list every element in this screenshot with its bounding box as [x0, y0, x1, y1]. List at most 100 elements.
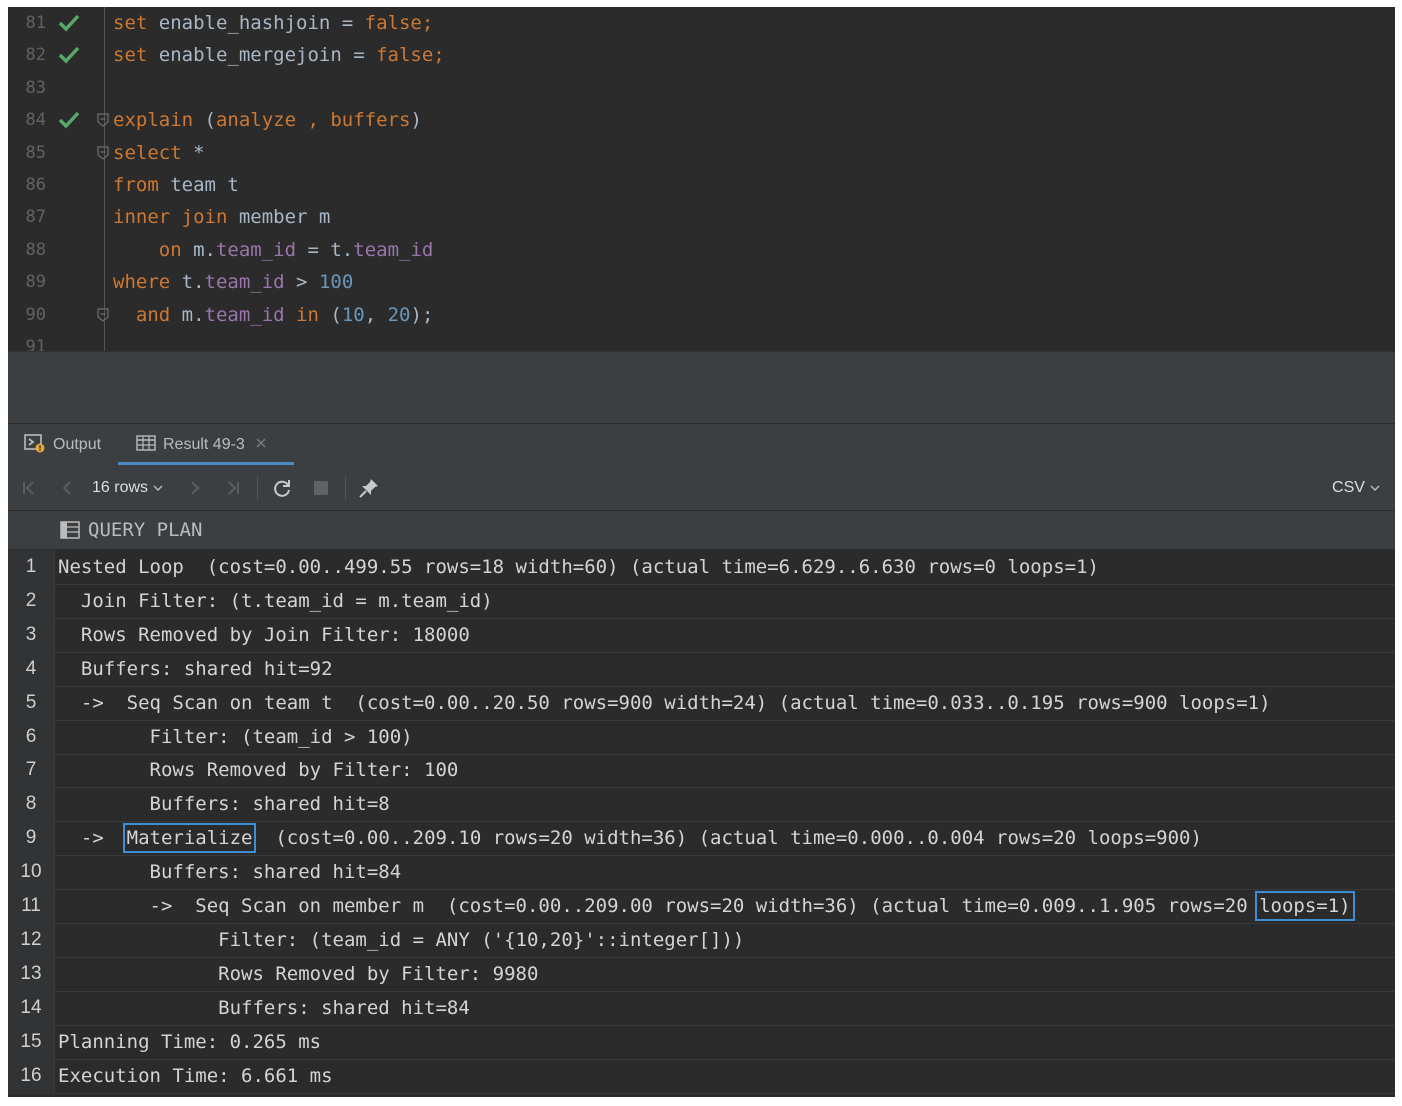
code-token: enable_mergejoin =	[158, 44, 377, 67]
table-row[interactable]: 16 Execution Time: 6.661 ms	[8, 1058, 1395, 1094]
row-number[interactable]: 15	[8, 1024, 55, 1059]
query-plan-cell[interactable]: Filter: (team_id = ANY ('{10,20}'::integ…	[58, 923, 744, 957]
editor-line[interactable]: 86 from team t	[8, 169, 1395, 201]
cell-text: ->	[58, 827, 127, 850]
row-number[interactable]: 6	[8, 719, 55, 754]
column-icon	[60, 521, 80, 544]
code-token: from	[113, 174, 171, 196]
close-tab-icon[interactable]	[255, 436, 267, 454]
query-plan-cell[interactable]: Nested Loop (cost=0.00..499.55 rows=18 w…	[58, 550, 1099, 584]
query-plan-cell[interactable]: Buffers: shared hit=92	[58, 652, 333, 686]
tab-result-label: Result 49-3	[163, 436, 245, 453]
editor-line[interactable]: 81 set enable_hashjoin = false;	[8, 7, 1395, 39]
query-plan-cell[interactable]: Execution Time: 6.661 ms	[58, 1059, 333, 1093]
query-plan-cell[interactable]: Join Filter: (t.team_id = m.team_id)	[58, 584, 493, 618]
code-text: explain (analyze , buffers)	[113, 104, 422, 136]
table-row[interactable]: 4 Buffers: shared hit=92	[8, 651, 1395, 687]
export-format-dropdown[interactable]: CSV	[1326, 466, 1386, 510]
code-token: ,	[364, 303, 388, 326]
highlight-box: loops=1)	[1255, 891, 1355, 921]
next-page-icon[interactable]	[182, 466, 208, 510]
row-number[interactable]: 3	[8, 617, 55, 652]
code-token: explain	[113, 109, 205, 132]
table-row[interactable]: 9 -> Materialize (cost=0.00..209.10 rows…	[8, 821, 1395, 857]
rows-count-dropdown[interactable]: 16 rows	[92, 466, 172, 510]
table-row[interactable]: 5 -> Seq Scan on team t (cost=0.00..20.5…	[8, 685, 1395, 721]
tab-output[interactable]: Output	[24, 424, 101, 466]
rows-count-label: 16 rows	[92, 479, 149, 496]
export-format-label: CSV	[1332, 479, 1365, 496]
code-token: enable_hashjoin =	[158, 12, 365, 34]
table-row[interactable]: 13 Rows Removed by Filter: 9980	[8, 956, 1395, 992]
table-row[interactable]: 6 Filter: (team_id > 100)	[8, 719, 1395, 755]
query-plan-cell[interactable]: Rows Removed by Filter: 9980	[58, 957, 538, 991]
pin-tab-icon[interactable]	[356, 466, 382, 510]
query-plan-cell[interactable]: -> Seq Scan on member m (cost=0.00..209.…	[58, 889, 1355, 923]
code-token: set	[113, 44, 159, 67]
editor-line[interactable]: 87 inner join member m	[8, 201, 1395, 233]
table-row[interactable]: 2 Join Filter: (t.team_id = m.team_id)	[8, 583, 1395, 619]
sql-editor[interactable]: 81 set enable_hashjoin = false; 82 set enab…	[8, 7, 1395, 351]
row-number[interactable]: 13	[8, 956, 55, 991]
row-number[interactable]: 11	[8, 889, 55, 923]
row-number[interactable]: 16	[8, 1058, 55, 1093]
fold-marker-icon[interactable]	[97, 145, 109, 160]
table-row[interactable]: 1 Nested Loop (cost=0.00..499.55 rows=18 …	[8, 550, 1395, 585]
column-header-query-plan[interactable]: QUERY PLAN	[88, 511, 202, 549]
editor-line[interactable]: 84 explain (analyze , buffers)	[8, 104, 1395, 136]
line-number: 84	[25, 110, 46, 131]
refresh-icon[interactable]	[268, 466, 296, 510]
query-plan-cell[interactable]: Planning Time: 0.265 ms	[58, 1025, 321, 1059]
table-row[interactable]: 12 Filter: (team_id = ANY ('{10,20}'::in…	[8, 922, 1395, 958]
editor-line[interactable]: 91	[8, 331, 1395, 351]
row-number[interactable]: 9	[8, 821, 55, 856]
query-plan-cell[interactable]: Buffers: shared hit=8	[58, 787, 390, 821]
row-number[interactable]: 8	[8, 787, 55, 822]
row-number[interactable]: 10	[8, 855, 55, 890]
table-row[interactable]: 7 Rows Removed by Filter: 100	[8, 753, 1395, 789]
row-number[interactable]: 5	[8, 685, 55, 720]
query-plan-cell[interactable]: Rows Removed by Filter: 100	[58, 753, 459, 787]
table-row[interactable]: 15 Planning Time: 0.265 ms	[8, 1024, 1395, 1060]
query-plan-cell[interactable]: Buffers: shared hit=84	[58, 991, 470, 1025]
code-token: and	[113, 303, 182, 326]
toolbar-separator	[345, 476, 346, 500]
row-number[interactable]: 2	[8, 583, 55, 618]
fold-marker-icon[interactable]	[97, 307, 109, 322]
code-text: inner join member m	[113, 201, 330, 233]
row-number[interactable]: 4	[8, 651, 55, 686]
query-plan-cell[interactable]: Rows Removed by Join Filter: 18000	[58, 618, 470, 652]
query-plan-cell[interactable]: -> Materialize (cost=0.00..209.10 rows=2…	[58, 821, 1202, 855]
editor-line[interactable]: 90 and m.team_id in (10, 20);	[8, 299, 1395, 331]
code-token: inner join	[113, 206, 239, 229]
editor-line[interactable]: 83	[8, 72, 1395, 104]
editor-line[interactable]: 85 select *	[8, 137, 1395, 169]
table-row[interactable]: 8 Buffers: shared hit=8	[8, 787, 1395, 823]
line-number: 90	[25, 304, 46, 325]
previous-page-icon[interactable]	[54, 466, 80, 510]
editor-line[interactable]: 82 set enable_mergejoin = false;	[8, 39, 1395, 71]
row-number[interactable]: 1	[8, 550, 55, 584]
table-row[interactable]: 3 Rows Removed by Join Filter: 18000	[8, 617, 1395, 653]
query-plan-cell[interactable]: -> Seq Scan on team t (cost=0.00..20.50 …	[58, 686, 1271, 720]
fold-marker-icon[interactable]	[97, 113, 109, 127]
table-row[interactable]: 14 Buffers: shared hit=84	[8, 990, 1395, 1026]
row-number[interactable]: 7	[8, 753, 55, 788]
editor-line[interactable]: 88 on m.team_id = t.team_id	[8, 234, 1395, 266]
code-token: select	[113, 141, 194, 164]
code-token: false;	[376, 44, 445, 67]
result-grid: QUERY PLAN 1 Nested Loop (cost=0.00..499.…	[8, 511, 1395, 1097]
first-page-icon[interactable]	[16, 466, 42, 510]
row-number[interactable]: 12	[8, 922, 55, 957]
stop-icon[interactable]	[308, 466, 334, 510]
query-plan-cell[interactable]: Buffers: shared hit=84	[58, 855, 402, 889]
editor-line[interactable]: 89 where t.team_id > 100	[8, 266, 1395, 298]
query-plan-cell[interactable]: Filter: (team_id > 100)	[58, 720, 413, 754]
table-row[interactable]: 10 Buffers: shared hit=84	[8, 855, 1395, 891]
row-number[interactable]: 14	[8, 990, 55, 1025]
line-number: 82	[25, 45, 46, 66]
table-row[interactable]: 11 -> Seq Scan on member m (cost=0.00..2…	[8, 889, 1395, 924]
last-page-icon[interactable]	[220, 466, 246, 510]
tab-result[interactable]: Result 49-3	[136, 424, 267, 466]
panel-splitter[interactable]	[8, 351, 1395, 424]
